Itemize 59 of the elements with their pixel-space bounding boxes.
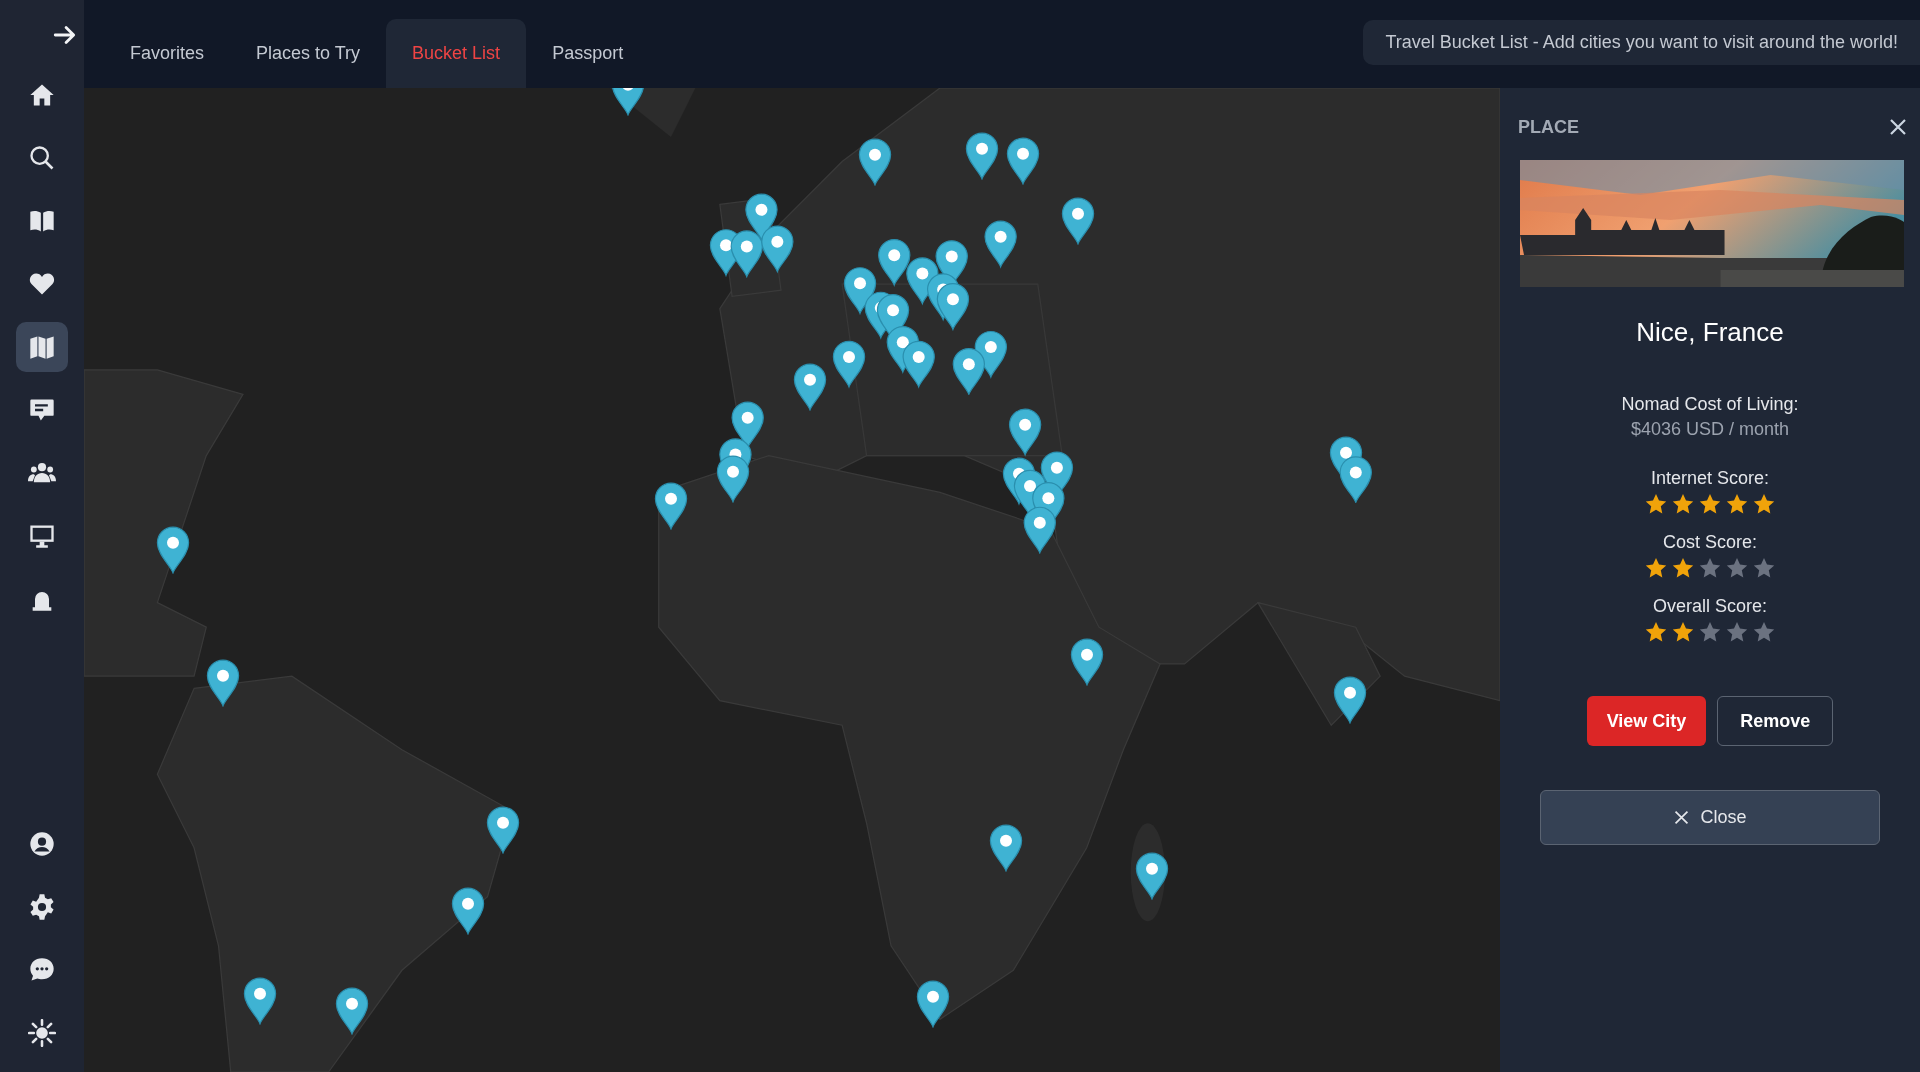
sidebar-item[interactable] bbox=[16, 322, 68, 372]
star-icon bbox=[1671, 492, 1695, 516]
star-icon bbox=[1644, 620, 1668, 644]
tab[interactable]: Places to Try bbox=[230, 19, 387, 88]
score-label: Cost Score: bbox=[1662, 532, 1757, 553]
user-icon bbox=[28, 830, 56, 858]
star-icon bbox=[1671, 620, 1695, 644]
place-title: Nice, France bbox=[1636, 317, 1784, 348]
close-button[interactable]: Close bbox=[1540, 790, 1880, 845]
settings-icon bbox=[28, 893, 56, 921]
map-pin-icon[interactable] bbox=[1133, 852, 1170, 901]
score-label: Internet Score: bbox=[1650, 468, 1770, 489]
score-label: Overall Score: bbox=[1652, 596, 1767, 617]
star-icon bbox=[1698, 556, 1722, 580]
map-pin-cluster-drawing[interactable] bbox=[715, 401, 766, 504]
map-pin-icon[interactable] bbox=[1331, 675, 1368, 724]
map-pin-icon[interactable] bbox=[1068, 637, 1105, 686]
map-pin-cluster-drawing[interactable] bbox=[831, 220, 1020, 396]
tab[interactable]: Passport bbox=[526, 19, 650, 88]
cost-label: Nomad Cost of Living: bbox=[1621, 394, 1799, 415]
search-icon bbox=[28, 144, 56, 172]
close-icon bbox=[1673, 809, 1691, 826]
map-pin-icon[interactable] bbox=[792, 363, 829, 412]
map-pin-cluster-drawing[interactable] bbox=[1001, 407, 1076, 554]
star-icon bbox=[1752, 492, 1776, 516]
map-pin-icon[interactable] bbox=[449, 886, 486, 935]
map-pin-icon[interactable] bbox=[205, 658, 242, 707]
map-pin-icon[interactable] bbox=[857, 137, 894, 186]
info-banner: Travel Bucket List - Add cities you want to visit around the world! bbox=[1363, 20, 1920, 65]
star-icon bbox=[1644, 556, 1668, 580]
map-pin-cluster-drawing[interactable] bbox=[707, 193, 796, 278]
star-icon bbox=[1644, 492, 1668, 516]
star-icon bbox=[1698, 492, 1722, 516]
map-pin-icon[interactable] bbox=[1005, 136, 1042, 185]
map-pin-icon[interactable] bbox=[652, 482, 689, 531]
map-pin-icon[interactable] bbox=[333, 987, 370, 1036]
star-icon bbox=[1698, 620, 1722, 644]
star-icon bbox=[1725, 556, 1749, 580]
star-icon bbox=[1725, 492, 1749, 516]
cost-value: $4036 USD / month bbox=[1630, 419, 1790, 440]
star-icon bbox=[1752, 556, 1776, 580]
sun-icon bbox=[28, 1019, 56, 1047]
panel-heading: PLACE bbox=[1518, 116, 1579, 138]
map-pin-icon[interactable] bbox=[242, 977, 279, 1026]
map-pin-icon[interactable] bbox=[485, 805, 522, 854]
star-icon bbox=[1671, 556, 1695, 580]
star-icon bbox=[1725, 620, 1749, 644]
map-pin-icon[interactable] bbox=[155, 526, 192, 575]
tab[interactable]: Bucket List bbox=[386, 19, 527, 88]
close-icon[interactable] bbox=[1888, 117, 1908, 137]
view-city-button[interactable]: View City bbox=[1586, 696, 1707, 746]
tab[interactable]: Favorites bbox=[104, 19, 231, 88]
map-pin-cluster-drawing[interactable] bbox=[1327, 435, 1374, 504]
map-pin-icon[interactable] bbox=[1060, 196, 1097, 245]
remove-button[interactable]: Remove bbox=[1717, 696, 1834, 746]
map-pin-icon[interactable] bbox=[914, 979, 951, 1028]
map-pin-icon[interactable] bbox=[963, 131, 1000, 180]
star-icon bbox=[1752, 620, 1776, 644]
map-pin-icon[interactable] bbox=[988, 824, 1024, 873]
